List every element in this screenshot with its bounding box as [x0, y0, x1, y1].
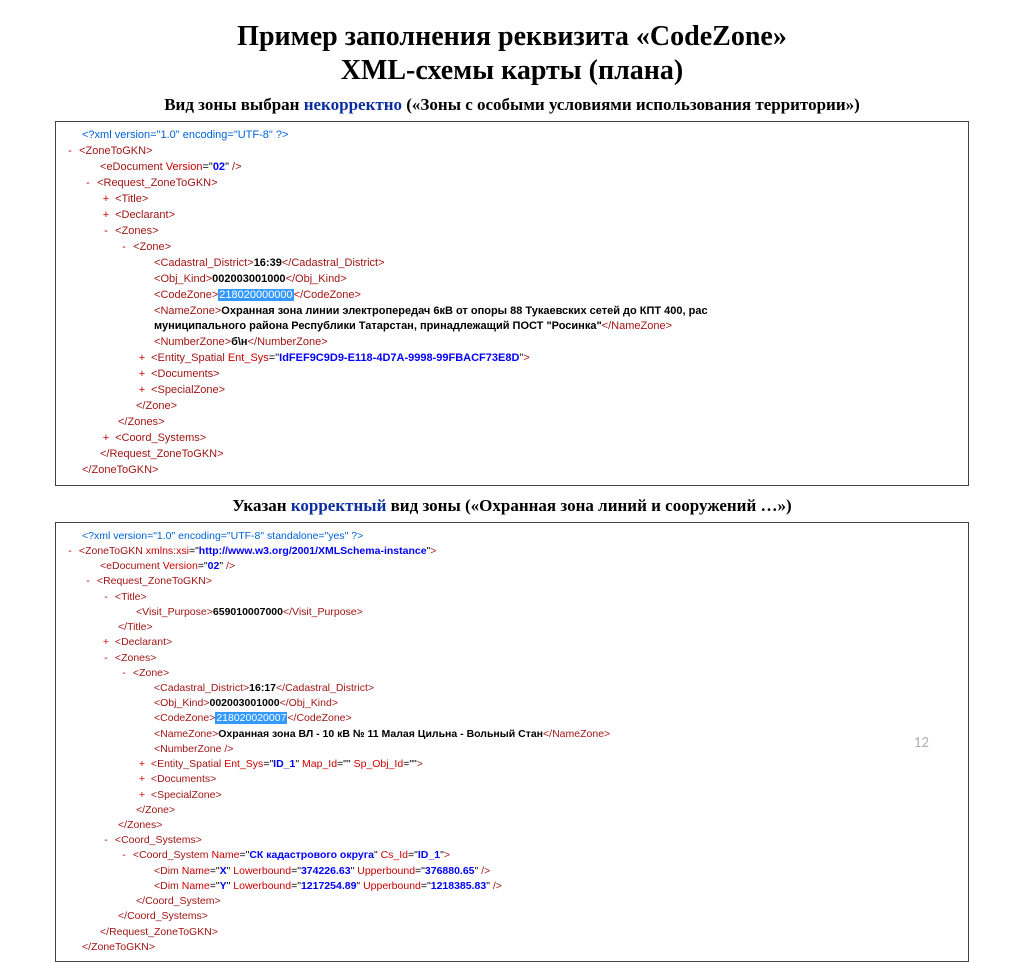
subtitle-correct: Указан корректный вид зоны («Охранная зо…: [55, 496, 969, 516]
slide-title: Пример заполнения реквизита «CodeZone» X…: [55, 20, 969, 87]
title-line-2: XML-схемы карты (плана): [341, 55, 684, 86]
codezone-highlight-2: 218020020007: [215, 712, 287, 724]
xml-box-correct: <?xml version="1.0" encoding="UTF-8" sta…: [55, 522, 969, 962]
page-number: 12: [914, 734, 929, 752]
subtitle-incorrect: Вид зоны выбран некорректно («Зоны с осо…: [55, 95, 969, 115]
title-line-1: Пример заполнения реквизита «CodeZone»: [237, 21, 787, 52]
xml-box-incorrect: <?xml version="1.0" encoding="UTF-8" ?> …: [55, 121, 969, 486]
codezone-highlight-1: 218020000000: [218, 289, 293, 301]
